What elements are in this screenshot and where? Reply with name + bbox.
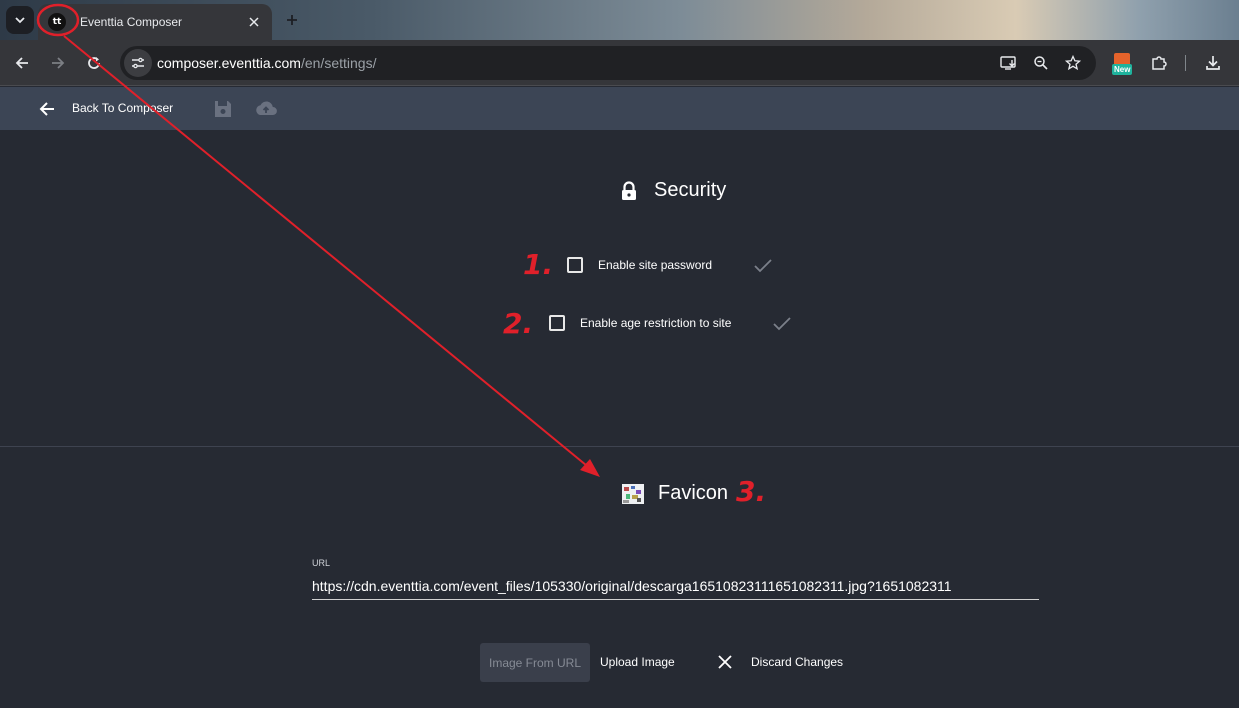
- back-to-composer-link[interactable]: Back To Composer: [72, 101, 173, 115]
- discard-close-icon[interactable]: [717, 654, 733, 670]
- reload-button[interactable]: [80, 49, 108, 77]
- close-icon: [249, 17, 259, 27]
- bookmark-star-icon[interactable]: [1060, 50, 1086, 76]
- annotation-number-2: 2.: [503, 307, 534, 340]
- plus-icon: [287, 15, 297, 25]
- download-icon: [1206, 56, 1220, 70]
- cloud-upload-icon[interactable]: [254, 98, 278, 120]
- chevron-down-icon: [15, 17, 25, 24]
- upload-image-button[interactable]: Upload Image: [600, 655, 675, 669]
- site-password-option[interactable]: Enable site password: [567, 257, 712, 273]
- extensions-button[interactable]: [1145, 49, 1173, 77]
- site-info-icon[interactable]: [124, 49, 152, 77]
- image-from-url-button[interactable]: Image From URL: [480, 643, 590, 682]
- back-arrow-icon[interactable]: [36, 98, 58, 120]
- save-icon[interactable]: [212, 98, 234, 120]
- favicon-title: Favicon: [658, 482, 729, 504]
- favicon-preview-image: [622, 483, 644, 504]
- arrow-right-icon: [52, 57, 65, 69]
- favicon-heading: Favicon: [622, 482, 728, 505]
- annotation-arrowhead: [580, 459, 600, 477]
- address-bar[interactable]: composer.eventtia.com/en/settings/: [120, 46, 1096, 80]
- section-divider: [0, 446, 1239, 447]
- lock-icon: [622, 180, 636, 200]
- tab-title: Eventtia Composer: [80, 15, 183, 29]
- toolbar-separator: [1185, 55, 1186, 71]
- new-tab-button[interactable]: [280, 8, 304, 32]
- browser-tab[interactable]: tt Eventtia Composer: [38, 4, 272, 40]
- site-password-label: Enable site password: [598, 258, 713, 272]
- install-app-icon[interactable]: [996, 50, 1022, 76]
- annotation-number-1: 1.: [523, 248, 554, 281]
- tab-close-button[interactable]: [242, 10, 266, 34]
- age-restriction-label: Enable age restriction to site: [580, 316, 732, 330]
- tab-favicon: tt: [48, 13, 66, 31]
- url-text: composer.eventtia.com/en/settings/: [157, 55, 377, 71]
- arrow-left-icon: [15, 57, 28, 69]
- site-password-confirm-icon[interactable]: [753, 258, 773, 274]
- security-title: Security: [654, 179, 727, 201]
- puzzle-icon: [1152, 56, 1167, 70]
- annotation-number-3: 3.: [736, 475, 767, 508]
- discard-changes-button[interactable]: Discard Changes: [751, 655, 843, 669]
- age-restriction-option[interactable]: Enable age restriction to site: [549, 315, 731, 331]
- extension-new-icon[interactable]: New: [1112, 53, 1136, 77]
- downloads-button[interactable]: [1199, 49, 1227, 77]
- extension-new-badge: New: [1112, 64, 1133, 75]
- tab-search-button[interactable]: [6, 6, 34, 34]
- browser-tab-strip: tt Eventtia Composer: [0, 0, 1239, 40]
- back-button[interactable]: [8, 49, 36, 77]
- favicon-url-input[interactable]: [312, 572, 1039, 600]
- browser-toolbar: composer.eventtia.com/en/settings/ New: [0, 40, 1239, 86]
- age-restriction-confirm-icon[interactable]: [772, 316, 792, 332]
- forward-button[interactable]: [44, 49, 72, 77]
- security-heading: Security: [620, 179, 726, 202]
- age-restriction-checkbox[interactable]: [549, 315, 565, 331]
- site-password-checkbox[interactable]: [567, 257, 583, 273]
- zoom-icon[interactable]: [1028, 50, 1054, 76]
- url-field-label: URL: [312, 558, 331, 568]
- reload-icon: [88, 57, 100, 69]
- app-header: Back To Composer: [0, 87, 1239, 130]
